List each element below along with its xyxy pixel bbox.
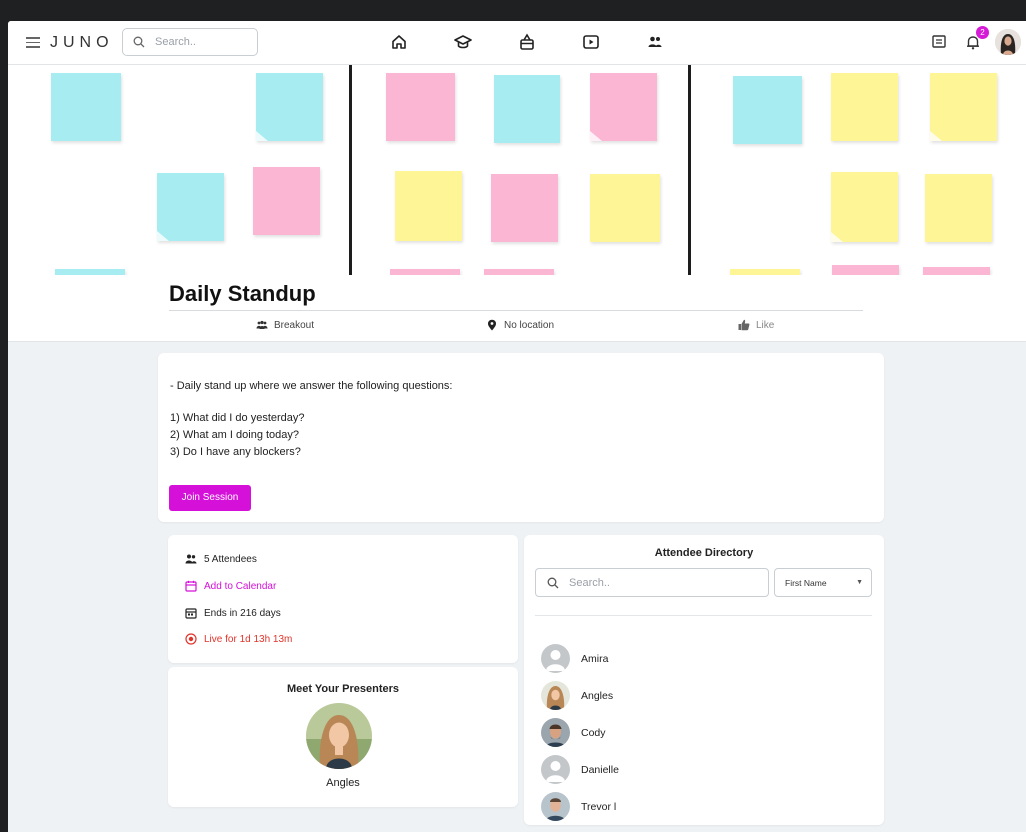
attendee-row[interactable]: Trevor l	[541, 792, 861, 822]
sort-select[interactable]: First Name ▼	[774, 568, 872, 597]
sort-select-value: First Name	[785, 578, 827, 588]
search-icon	[133, 36, 145, 48]
app-window: JUNO Search.. 2 Daily Standup Breakout N…	[8, 21, 1026, 832]
add-to-calendar-label: Add to Calendar	[204, 580, 277, 592]
sticky-note	[832, 265, 899, 275]
sticky-note	[831, 73, 898, 141]
menu-icon[interactable]	[26, 37, 40, 48]
attendee-count: 5 Attendees	[185, 553, 257, 565]
attendee-directory-card: Attendee Directory Search.. First Name ▼…	[524, 535, 884, 825]
location-pin-icon	[488, 319, 496, 331]
people-icon	[185, 554, 197, 564]
sticky-note	[733, 76, 802, 144]
sticky-note	[925, 174, 992, 242]
description-line: - Daily stand up where we answer the fol…	[170, 380, 453, 392]
attendee-name: Cody	[581, 727, 606, 739]
like-label: Like	[756, 319, 775, 331]
sticky-note	[390, 269, 460, 275]
sticky-note	[494, 75, 560, 143]
description-line: 2) What am I doing today?	[170, 429, 300, 441]
attendee-row[interactable]: Angles	[541, 681, 861, 711]
sticky-note	[930, 73, 997, 141]
attendee-avatar	[541, 718, 570, 747]
board-divider	[349, 65, 352, 275]
presenter-avatar[interactable]	[306, 703, 372, 769]
presenter-name: Angles	[326, 777, 360, 789]
sticky-note	[491, 174, 558, 242]
sticky-note	[55, 269, 125, 275]
calendar-icon	[185, 608, 197, 619]
attendee-name: Danielle	[581, 764, 619, 776]
people-icon[interactable]	[646, 33, 664, 51]
whiteboard-banner	[8, 65, 1026, 275]
default-avatar-icon	[541, 644, 570, 673]
like-button[interactable]: Like	[738, 319, 774, 331]
graduation-cap-icon[interactable]	[454, 33, 472, 51]
description-line: 1) What did I do yesterday?	[170, 412, 305, 424]
attendee-row[interactable]: Amira	[541, 644, 861, 674]
chat-icon[interactable]	[930, 33, 948, 51]
end-date: Ends in 216 days	[185, 607, 281, 619]
title-divider	[169, 310, 863, 311]
end-date-label: Ends in 216 days	[204, 607, 281, 619]
attendee-row[interactable]: Cody	[541, 718, 861, 748]
user-avatar[interactable]	[995, 29, 1021, 55]
sticky-note	[590, 174, 660, 242]
notification-badge: 2	[976, 26, 989, 39]
sticky-note	[253, 167, 320, 235]
attendee-avatar	[541, 681, 570, 710]
event-type: Breakout	[256, 319, 314, 331]
sticky-note	[386, 73, 455, 141]
directory-search-input[interactable]: Search..	[535, 568, 769, 597]
join-session-button[interactable]: Join Session	[169, 485, 251, 511]
box-icon[interactable]	[518, 33, 536, 51]
sticky-note	[730, 269, 800, 275]
live-status: Live for 1d 13h 13m	[185, 633, 292, 645]
search-icon	[547, 577, 559, 589]
thumbs-up-icon	[738, 319, 750, 331]
attendee-avatar	[541, 792, 570, 821]
live-indicator-icon	[185, 633, 197, 645]
default-avatar-icon	[541, 755, 570, 784]
event-hero: Daily Standup Breakout No location Like	[8, 65, 1026, 342]
sticky-note	[590, 73, 657, 141]
directory-title: Attendee Directory	[654, 547, 754, 559]
search-placeholder: Search..	[155, 36, 196, 48]
event-type-label: Breakout	[274, 319, 315, 331]
attendee-name: Angles	[581, 690, 614, 702]
board-divider	[688, 65, 691, 275]
global-search-input[interactable]: Search..	[122, 28, 258, 56]
directory-divider	[535, 615, 872, 616]
top-bar: JUNO Search.. 2	[8, 21, 1026, 65]
presenters-title: Meet Your Presenters	[286, 683, 400, 695]
event-location: No location	[486, 319, 554, 331]
play-icon[interactable]	[582, 33, 600, 51]
sticky-note	[831, 172, 898, 242]
session-info-card: 5 Attendees Add to Calendar Ends in 216 …	[168, 535, 518, 663]
calendar-icon	[185, 580, 197, 592]
sticky-note	[157, 173, 224, 241]
home-icon[interactable]	[390, 33, 408, 51]
add-to-calendar-link[interactable]: Add to Calendar	[185, 580, 276, 592]
attendee-row[interactable]: Danielle	[541, 755, 861, 785]
attendee-count-label: 5 Attendees	[204, 553, 257, 565]
sticky-note	[395, 171, 462, 241]
presenters-card: Meet Your Presenters Angles	[168, 667, 518, 807]
live-status-label: Live for 1d 13h 13m	[204, 633, 293, 645]
directory-search-placeholder: Search..	[569, 577, 610, 589]
event-location-label: No location	[504, 319, 555, 331]
sticky-note	[256, 73, 323, 141]
sticky-note	[484, 269, 554, 275]
description-line: 3) Do I have any blockers?	[170, 446, 301, 458]
chevron-down-icon: ▼	[856, 579, 863, 586]
event-title: Daily Standup	[169, 281, 316, 306]
app-logo[interactable]: JUNO	[50, 34, 114, 52]
breakout-icon	[256, 320, 268, 329]
attendee-name: Trevor l	[581, 801, 617, 813]
sticky-note	[923, 267, 990, 275]
attendee-name: Amira	[581, 653, 609, 665]
description-card: - Daily stand up where we answer the fol…	[158, 353, 884, 522]
sticky-note	[51, 73, 121, 141]
